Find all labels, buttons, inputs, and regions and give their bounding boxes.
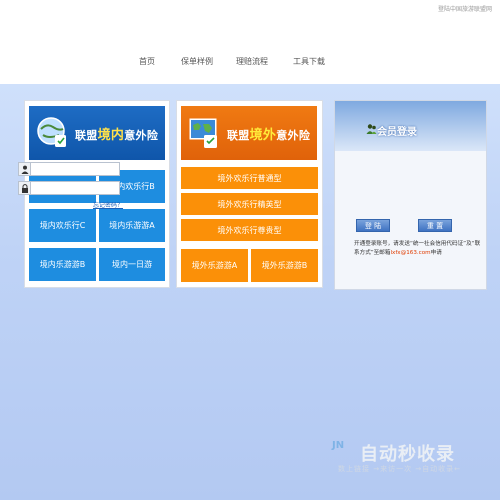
users-icon xyxy=(366,124,377,134)
username-row xyxy=(18,162,120,176)
domestic-banner: 联盟境内意外险 xyxy=(29,106,165,160)
reset-button[interactable]: 重 置 xyxy=(418,219,452,232)
user-icon xyxy=(18,162,31,176)
member-login-panel: 会员登录 xyxy=(334,100,487,290)
nav-claim-process[interactable]: 理赔流程 xyxy=(236,56,268,67)
login-button[interactable]: 登 陆 xyxy=(356,219,390,232)
note-suffix: 申请 xyxy=(430,249,442,256)
account-application-note: 开通登录账号，请发送“统一社会信用代码证”及“联系方式”至邮箱lxfx@163.… xyxy=(354,240,484,257)
username-input[interactable] xyxy=(31,162,120,176)
main-nav: 首页 保单样例 理赔流程 工具下载 xyxy=(0,56,500,72)
title-prefix: 联盟 xyxy=(75,128,98,142)
nav-policy-sample[interactable]: 保单样例 xyxy=(181,56,213,67)
domestic-product-button[interactable]: 境内乐游游A xyxy=(99,209,165,242)
nav-tool-download[interactable]: 工具下载 xyxy=(293,56,325,67)
login-title: 会员登录 xyxy=(377,127,417,138)
domestic-product-button[interactable]: 境内乐游游B xyxy=(29,248,96,281)
overseas-product-button[interactable]: 境外欢乐行精英型 xyxy=(181,193,318,215)
title-highlight: 境外 xyxy=(249,127,277,143)
password-input[interactable] xyxy=(31,181,120,195)
overseas-banner: 联盟境外意外险 xyxy=(181,106,317,160)
title-suffix: 意外险 xyxy=(124,128,159,142)
domestic-product-button[interactable]: 境内一日游 xyxy=(99,248,165,281)
watermark-title: 自动秒收录 xyxy=(360,444,455,465)
watermark-logo: JN xyxy=(332,440,345,451)
overseas-insurance-panel: 联盟境外意外险 境外欢乐行普通型 境外欢乐行精英型 境外欢乐行尊贵型 境外乐游游… xyxy=(176,100,323,288)
title-suffix: 意外险 xyxy=(276,128,311,142)
overseas-product-button[interactable]: 境外乐游游A xyxy=(181,249,248,282)
world-map-icon xyxy=(189,118,217,148)
login-portal-link[interactable]: 登陆中国旅游联盟网 xyxy=(438,4,492,13)
password-row xyxy=(18,181,120,195)
note-email[interactable]: lxfx@163.com xyxy=(390,250,430,256)
forgot-password-link[interactable]: 忘记密码？ xyxy=(93,200,123,209)
top-bar: 登陆中国旅游联盟网 xyxy=(0,0,500,18)
nav-home[interactable]: 首页 xyxy=(139,56,155,67)
watermark-subtitle: 数上链接 →来访一次 →自动收录← xyxy=(338,465,462,473)
title-prefix: 联盟 xyxy=(227,128,250,142)
lock-icon xyxy=(18,181,31,195)
overseas-product-button[interactable]: 境外乐游游B xyxy=(251,249,318,282)
title-highlight: 境内 xyxy=(97,127,125,143)
domestic-banner-title: 联盟境内意外险 xyxy=(75,124,158,143)
overseas-banner-title: 联盟境外意外险 xyxy=(227,124,310,143)
overseas-product-button[interactable]: 境外欢乐行普通型 xyxy=(181,167,318,189)
globe-icon xyxy=(37,117,66,147)
domestic-product-button[interactable]: 境内欢乐行C xyxy=(29,209,96,242)
overseas-product-button[interactable]: 境外欢乐行尊贵型 xyxy=(181,219,318,241)
watermark: JN 自动秒收录 数上链接 →来访一次 →自动收录← xyxy=(328,440,488,486)
